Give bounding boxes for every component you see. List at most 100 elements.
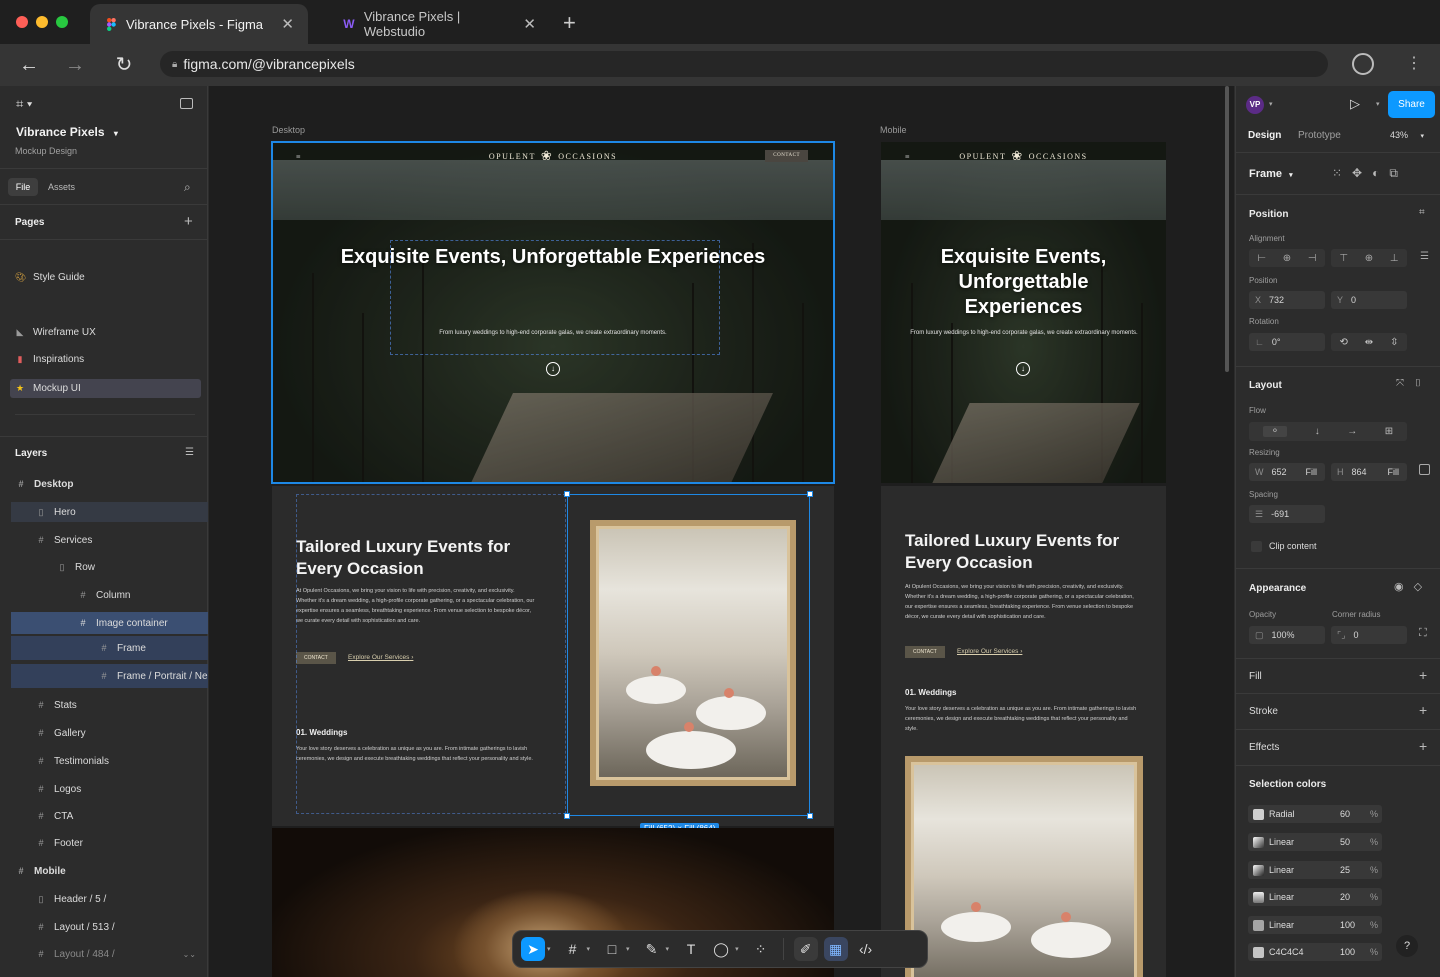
page-mockup-ui[interactable]: ★ Mockup UI — [10, 379, 201, 398]
layer-row[interactable]: ▯ Row — [0, 561, 208, 573]
chevron-down-icon[interactable]: ▾ — [1269, 100, 1273, 108]
selection-color-row[interactable]: Linear 25% — [1248, 861, 1382, 879]
maximize-window-button[interactable] — [56, 16, 68, 28]
comment-tool-icon[interactable]: ◯ — [709, 937, 733, 961]
layer-testimonials[interactable]: # Testimonials — [0, 755, 208, 767]
chevron-down-icon[interactable]: ▾ — [666, 945, 670, 953]
back-icon[interactable]: ← — [16, 52, 42, 78]
chevron-down-icon[interactable]: ▾ — [626, 945, 630, 953]
page-inspirations[interactable]: ▮ Inspirations — [0, 353, 208, 365]
resize-handle[interactable] — [564, 813, 570, 819]
chevron-down-icon[interactable]: ▾ — [547, 945, 551, 953]
add-effect-icon[interactable]: + — [1419, 738, 1427, 754]
scroll-down-icon[interactable]: ↓ — [546, 362, 560, 376]
share-button[interactable]: Share — [1388, 91, 1435, 118]
selection-color-row[interactable]: Linear 50% — [1248, 833, 1382, 851]
avatar[interactable]: VP — [1246, 96, 1264, 114]
canvas-scrollbar[interactable] — [1225, 86, 1229, 372]
layers-options-icon[interactable]: ☰ — [185, 447, 194, 458]
opacity-input[interactable]: ▢ 100% — [1249, 626, 1325, 644]
close-tab-icon[interactable]: ✕ — [523, 15, 536, 33]
layer-column[interactable]: # Column — [0, 589, 208, 601]
visibility-icons[interactable]: ◉◇ — [1394, 580, 1432, 593]
scroll-down-icon[interactable]: ↓ — [1016, 362, 1030, 376]
layer-stats[interactable]: # Stats — [0, 699, 208, 711]
frame-type-select[interactable]: Frame ▾ — [1249, 168, 1293, 180]
spacing-input[interactable]: ☰ -691 — [1249, 505, 1325, 523]
chevron-down-icon[interactable]: ▾ — [1376, 100, 1380, 108]
new-tab-button[interactable]: + — [563, 10, 576, 36]
color-swatch[interactable] — [1253, 891, 1264, 903]
selection-color-row[interactable]: Linear 20% — [1248, 888, 1382, 906]
help-button[interactable]: ? — [1396, 935, 1418, 957]
hamburger-icon[interactable]: ≡ — [905, 152, 911, 161]
design-mode-icon[interactable]: ▦ — [823, 937, 848, 961]
tab-design[interactable]: Design — [1248, 130, 1281, 141]
actions-icon[interactable]: ⁘ — [749, 937, 773, 961]
frame-tool-icon[interactable]: # — [561, 937, 585, 961]
add-page-icon[interactable]: + — [184, 213, 193, 230]
pen-tool-icon[interactable]: ✎ — [640, 937, 664, 961]
figma-menu-icon[interactable]: ⌗ ▾ — [16, 96, 32, 112]
color-swatch[interactable] — [1253, 946, 1264, 958]
add-fill-icon[interactable]: + — [1419, 667, 1427, 683]
profile-icon[interactable] — [1352, 53, 1374, 75]
reload-icon[interactable]: ↻ — [111, 52, 137, 78]
color-swatch[interactable] — [1253, 864, 1264, 876]
layer-frame[interactable]: # Frame — [11, 636, 208, 660]
transform-group[interactable]: ⟲ ⇹ ⇳ — [1331, 333, 1407, 351]
browser-menu-icon[interactable]: ⋮ — [1406, 53, 1422, 73]
zoom-level[interactable]: 43% ▾ — [1390, 130, 1424, 140]
constraints-icon[interactable]: ⌗ — [1419, 207, 1425, 218]
contact-button[interactable]: CONTACT — [765, 150, 808, 162]
color-swatch[interactable] — [1253, 919, 1264, 931]
mobile-hero[interactable]: ≡ OPULENT ❀ OCCASIONS Exquisite Events, … — [881, 142, 1166, 483]
forward-icon[interactable]: → — [62, 52, 88, 78]
corner-radius-input[interactable]: ⌜⌟ 0 — [1331, 626, 1407, 644]
page-style-guide[interactable]: 🎨︎ Style Guide — [0, 271, 208, 283]
design-canvas[interactable]: Desktop Mobile ≡ OPULENT ❀ OCCASIONS CON… — [209, 86, 1234, 977]
layer-image-container[interactable]: # Image container — [11, 612, 208, 634]
layer-header-5[interactable]: ▯ Header / 5 / — [0, 893, 208, 905]
layer-desktop[interactable]: # Desktop — [0, 478, 208, 490]
page-wireframe-ux[interactable]: ◣ Wireframe UX — [0, 326, 208, 338]
search-icon[interactable]: ⌕ — [184, 180, 191, 195]
dev-mode-icon[interactable]: ‹/› — [854, 937, 878, 961]
layer-gallery[interactable]: # Gallery — [0, 727, 208, 739]
mobile-venue-photo[interactable] — [905, 756, 1143, 977]
tab-file[interactable]: File — [8, 178, 38, 196]
selection-color-row[interactable]: Linear 100% — [1248, 916, 1382, 934]
close-window-button[interactable] — [16, 16, 28, 28]
layer-layout-484[interactable]: # Layout / 484 /⌄⌄ — [0, 948, 208, 960]
present-icon[interactable]: ▷ — [1350, 96, 1360, 112]
layer-logos[interactable]: # Logos — [0, 783, 208, 795]
chevron-down-icon[interactable]: ▾ — [735, 945, 739, 953]
frame-label-desktop[interactable]: Desktop — [272, 125, 305, 135]
browser-tab-figma[interactable]: Vibrance Pixels - Figma ✕ — [90, 4, 308, 44]
rotation-input[interactable]: ∟ 0° — [1249, 333, 1325, 351]
resize-handle[interactable] — [807, 491, 813, 497]
tab-assets[interactable]: Assets — [48, 182, 75, 192]
resize-to-fit-icon[interactable] — [1419, 464, 1430, 475]
align-horizontal-group[interactable]: ⊢ ⊕ ⊣ — [1249, 249, 1325, 267]
contact-button[interactable]: CONTACT — [905, 646, 945, 658]
minimize-window-button[interactable] — [36, 16, 48, 28]
layer-mobile[interactable]: # Mobile — [0, 865, 208, 877]
align-vertical-group[interactable]: ⊤ ⊕ ⊥ — [1331, 249, 1407, 267]
layout-options-icons[interactable]: ⤧▯ — [1396, 378, 1432, 389]
team-name[interactable]: Vibrance Pixels ▾ — [16, 125, 118, 139]
layer-cta[interactable]: # CTA — [0, 810, 208, 822]
selection-color-row[interactable]: Radial 60% — [1248, 805, 1382, 823]
close-tab-icon[interactable]: ✕ — [281, 15, 294, 33]
add-stroke-icon[interactable]: + — [1419, 702, 1427, 718]
flow-direction-group[interactable]: ⚬ ↓ → ⊞ — [1249, 422, 1407, 441]
resize-handle[interactable] — [564, 491, 570, 497]
collapse-icon[interactable]: ⌄⌄ — [183, 950, 196, 959]
chevron-down-icon[interactable]: ▾ — [587, 945, 591, 953]
layer-services[interactable]: # Services — [0, 534, 208, 546]
url-field[interactable]: 🔒︎ figma.com/@vibrancepixels — [160, 51, 1328, 77]
x-input[interactable]: X 732 — [1249, 291, 1325, 309]
layer-layout-513[interactable]: # Layout / 513 / — [0, 921, 208, 933]
resize-handle[interactable] — [807, 813, 813, 819]
explore-services-link[interactable]: Explore Our Services › — [957, 648, 1022, 655]
